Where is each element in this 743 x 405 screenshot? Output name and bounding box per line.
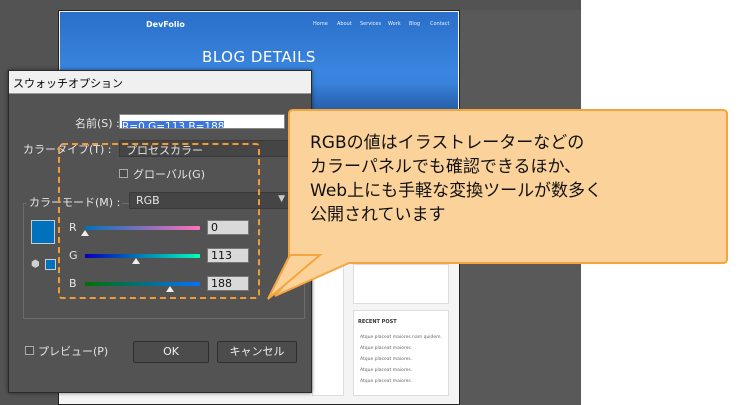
nav-item-home: Home xyxy=(313,21,328,27)
cube-icon: ⬢ xyxy=(31,259,40,270)
sidebar-heading: RECENT POST xyxy=(358,319,397,325)
sidebar-post: Atque placeat maiores. xyxy=(360,357,413,362)
nav-item-work: Work xyxy=(388,21,401,27)
sidebar-post: Atque placeat maiores. xyxy=(360,379,413,384)
nav-item-about: About xyxy=(337,21,352,27)
web-safe-swatch[interactable] xyxy=(45,259,56,270)
sidebar-recent-posts: RECENT POST Atque placeat maiores nam qu… xyxy=(353,310,449,396)
callout-pointer-shape xyxy=(267,254,323,300)
callout-pointer xyxy=(267,254,323,300)
cancel-button[interactable]: キャンセル xyxy=(217,341,297,363)
sidebar-post: Atque placeat maiores nam quidem. xyxy=(360,335,442,340)
sidebar-post: Atque placeat maiores. xyxy=(360,346,413,351)
callout-text: RGBの値はイラストレーターなどの カラーパネルでも確認できるほか、 Web上に… xyxy=(310,131,710,227)
name-label: 名前(S) : xyxy=(75,117,120,130)
swatch-name-value: R=0 G=113 B=188 xyxy=(122,121,225,128)
preview-label: プレビュー(P) xyxy=(38,345,109,358)
callout-line: RGBの値はイラストレーターなどの xyxy=(310,133,585,153)
dialog-title-bar[interactable]: スウォッチオプション xyxy=(9,71,311,94)
preview-checkbox[interactable] xyxy=(25,346,34,355)
nav-item-services: Services xyxy=(360,21,382,27)
hero-title: BLOG DETAILS xyxy=(202,48,316,66)
swatch-name-input[interactable]: R=0 G=113 B=188 xyxy=(119,114,285,129)
callout-line: 公開されています xyxy=(310,205,446,225)
dialog-title: スウォッチオプション xyxy=(13,77,123,90)
nav-item-blog: Blog xyxy=(409,21,421,27)
chevron-down-icon: ▼ xyxy=(278,194,285,204)
nav-item-contact: Contact xyxy=(430,21,450,27)
callout-line: Web上にも手軽な変換ツールが数多く xyxy=(310,181,603,201)
callout-line: カラーパネルでも確認できるほか、 xyxy=(310,157,582,177)
website-brand: DevFolio xyxy=(146,20,185,29)
color-swatch-preview xyxy=(31,220,55,244)
slider-highlight-frame xyxy=(58,143,260,299)
ok-button[interactable]: OK xyxy=(133,341,209,363)
sidebar-post: Atque placeat maiores. xyxy=(360,368,413,373)
content-card-top xyxy=(353,264,449,304)
